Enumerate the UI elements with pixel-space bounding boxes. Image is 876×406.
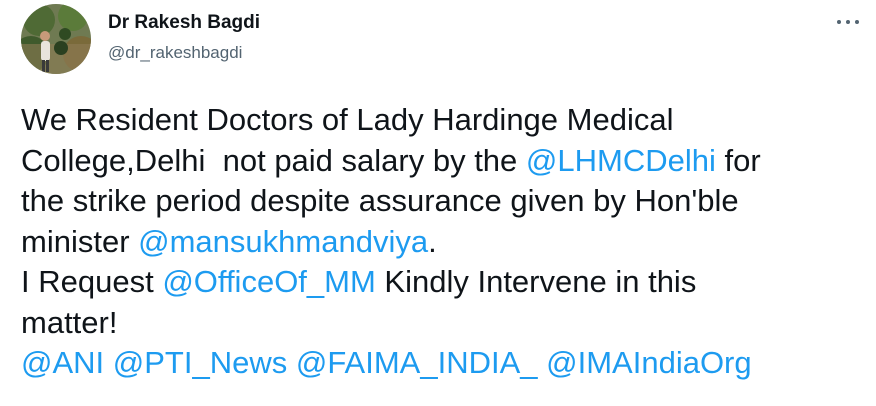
mention-ani[interactable]: @ANI: [21, 345, 104, 380]
mention-pti-news[interactable]: @PTI_News: [113, 345, 287, 380]
mention-mansukhmandviya[interactable]: @mansukhmandviya: [138, 224, 428, 259]
mention-lhmcdelhi[interactable]: @LHMCDelhi: [526, 143, 716, 178]
author-handle[interactable]: @dr_rakeshbagdi: [108, 43, 260, 63]
author-display-name[interactable]: Dr Rakesh Bagdi: [108, 12, 260, 34]
more-dot: [846, 20, 850, 24]
tweet-text: We Resident Doctors of Lady Hardinge Med…: [21, 100, 861, 384]
more-dot: [837, 20, 841, 24]
more-dot: [855, 20, 859, 24]
mention-imaindiaorg[interactable]: @IMAIndiaOrg: [546, 345, 751, 380]
mention-faima-india[interactable]: @FAIMA_INDIA_: [296, 345, 538, 380]
avatar[interactable]: [21, 4, 91, 74]
tweet-card: Dr Rakesh Bagdi @dr_rakeshbagdi We Resid…: [0, 0, 876, 406]
mention-officeof-mm[interactable]: @OfficeOf_MM: [162, 264, 376, 299]
user-info: Dr Rakesh Bagdi @dr_rakeshbagdi: [108, 12, 260, 63]
profile-photo-icon: [21, 4, 91, 74]
more-options-icon[interactable]: [834, 12, 862, 32]
